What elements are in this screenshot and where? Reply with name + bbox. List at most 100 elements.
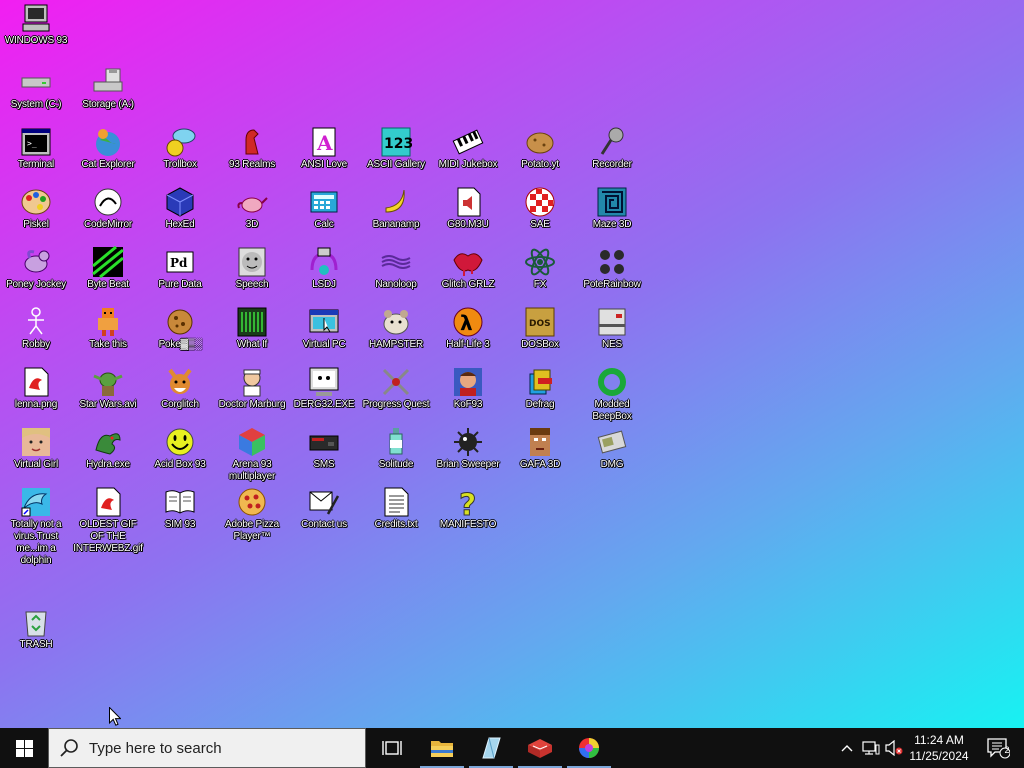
svg-text:?: ? xyxy=(459,488,476,518)
potato-icon xyxy=(524,126,556,158)
desktop-icon[interactable]: MIDI Jukebox xyxy=(432,126,504,171)
stick-figure-icon xyxy=(20,306,52,338)
desktop-icon[interactable]: HexEd xyxy=(144,186,216,231)
app-pinned-2-button[interactable] xyxy=(467,728,515,768)
desktop-icon-label: SAE xyxy=(530,219,550,230)
desktop-icon-label: Virtual Girl xyxy=(13,459,59,470)
cube-icon xyxy=(164,186,196,218)
desktop-icon[interactable]: KoF93 xyxy=(432,366,504,411)
desktop-icon[interactable]: Nanoloop xyxy=(360,246,432,291)
desktop-icon[interactable]: PoteRainbow xyxy=(576,246,648,291)
folder-icon xyxy=(431,741,453,757)
desktop-icon[interactable]: Pd Pure Data xyxy=(144,246,216,291)
desktop-icon[interactable]: Potato.yt xyxy=(504,126,576,171)
desktop-icon[interactable]: G80.M3U xyxy=(432,186,504,231)
desktop-icon[interactable]: Cat Explorer xyxy=(72,126,144,171)
desktop-icon-label: ASCII Gallery xyxy=(367,159,425,170)
desktop-icon[interactable]: >_ Terminal xyxy=(0,126,72,171)
taskbar: Type here to search 11:24 AM 11/25/2024 … xyxy=(0,728,1024,768)
desktop-icon[interactable]: Virtual Girl xyxy=(0,426,72,471)
desktop-icon[interactable]: Storage (A:) xyxy=(72,66,144,111)
desktop-icon[interactable]: LSDJ xyxy=(288,246,360,291)
desktop-icon[interactable]: DMG xyxy=(576,426,648,471)
notification-center-button[interactable]: 2 xyxy=(978,728,1018,768)
desktop-icon[interactable]: Recorder xyxy=(576,126,648,171)
desktop-icon[interactable]: Acid Box 93 xyxy=(144,426,216,471)
desktop-icon-label: Doctor Marburg xyxy=(218,399,286,410)
desktop-icon[interactable]: Defrag xyxy=(504,366,576,411)
desktop-icon[interactable]: Modded BeepBox xyxy=(576,366,648,423)
task-view-button[interactable] xyxy=(370,728,414,768)
desktop-icon[interactable]: Brian Sweeper xyxy=(432,426,504,471)
face-icon xyxy=(236,246,268,278)
desktop-icon[interactable]: WINDOWS 93 xyxy=(0,2,72,47)
desktop-icon[interactable]: FX xyxy=(504,246,576,291)
desktop-icon[interactable]: Star Wars.avi xyxy=(72,366,144,411)
desktop-icon-label: Speech xyxy=(235,279,269,290)
app-pinned-3-button[interactable] xyxy=(516,728,564,768)
desktop-icon[interactable]: SMS xyxy=(288,426,360,471)
desktop-icon-label: TRASH xyxy=(19,639,53,650)
desktop-icon[interactable]: Poke▓▒░ xyxy=(144,306,216,351)
desktop-icon[interactable]: Calc xyxy=(288,186,360,231)
desktop-icon[interactable]: Adobe Pizza Player™ xyxy=(216,486,288,543)
desktop-icon[interactable]: OLDEST GIF OF THE INTERWEBZ.gif xyxy=(72,486,144,555)
desktop-icon-label: DOSBox xyxy=(521,339,559,350)
clock[interactable]: 11:24 AM 11/25/2024 xyxy=(904,728,974,768)
start-button[interactable] xyxy=(0,728,48,768)
desktop-icon-label: MANIFESTO xyxy=(439,519,497,530)
desktop-icon[interactable]: 93 Realms xyxy=(216,126,288,171)
desktop-icon[interactable]: CodeMirror xyxy=(72,186,144,231)
file-explorer-button[interactable] xyxy=(418,728,466,768)
desktop-icon[interactable]: Solitude xyxy=(360,426,432,471)
desktop-icon[interactable]: Piskel xyxy=(0,186,72,231)
desktop-icon[interactable]: Totally not a virus.Trust me...im a dolp… xyxy=(0,486,72,567)
desktop-icon[interactable]: ? MANIFESTO xyxy=(432,486,504,531)
desktop-icon[interactable]: Byte Beat xyxy=(72,246,144,291)
svg-text:Pd: Pd xyxy=(170,256,188,270)
desktop-icon[interactable]: Hydra.exe xyxy=(72,426,144,471)
desktop-icon-label: CodeMirror xyxy=(83,219,132,230)
desktop-icon[interactable]: HAMPSTER xyxy=(360,306,432,351)
search-box[interactable]: Type here to search xyxy=(48,728,366,768)
desktop-icon[interactable]: NES xyxy=(576,306,648,351)
desktop-icon[interactable]: Poney Jockey xyxy=(0,246,72,291)
desktop-icon[interactable]: Credits.txt xyxy=(360,486,432,531)
desktop-icon[interactable]: System (C:) xyxy=(0,66,72,111)
desktop-icon[interactable]: What If xyxy=(216,306,288,351)
desktop-icon[interactable]: Robby xyxy=(0,306,72,351)
desktop-icon[interactable]: Virtual PC xyxy=(288,306,360,351)
desktop-icon-label: FX xyxy=(533,279,547,290)
desktop-icon[interactable]: Doctor Marburg xyxy=(216,366,288,411)
network-button[interactable] xyxy=(859,728,883,768)
desktop-icon[interactable]: SIM 93 xyxy=(144,486,216,531)
desktop-icon[interactable]: 123 ASCII Gallery xyxy=(360,126,432,171)
desktop-icon[interactable]: DOS DOSBox xyxy=(504,306,576,351)
desktop-icon[interactable]: Glitch GRLZ xyxy=(432,246,504,291)
desktop-icon[interactable]: Progress Quest xyxy=(360,366,432,411)
question-mark-icon: ? xyxy=(452,486,484,519)
volume-button[interactable] xyxy=(883,728,905,768)
desktop-icon[interactable]: GAFA 3D xyxy=(504,426,576,471)
desktop-icon[interactable]: Arena 93 multiplayer xyxy=(216,426,288,483)
desktop-icon[interactable]: Trollbox xyxy=(144,126,216,171)
desktop-icon[interactable]: TRASH xyxy=(0,606,72,651)
desktop-icon[interactable]: DERG32.EXE xyxy=(288,366,360,411)
desktop-icon[interactable]: Bananamp xyxy=(360,186,432,231)
numbers-icon: 123 xyxy=(380,126,412,158)
desktop-icon[interactable]: SAE xyxy=(504,186,576,231)
desktop-icon[interactable]: Contact us xyxy=(288,486,360,531)
desktop-icon[interactable]: A ANSI Love xyxy=(288,126,360,171)
lsdj-icon xyxy=(308,246,340,278)
desktop-icon[interactable]: λ Half-Life 3 xyxy=(432,306,504,351)
desktop-icon[interactable]: Speech xyxy=(216,246,288,291)
desktop-icon-label: 93 Realms xyxy=(229,159,275,170)
desktop-icon[interactable]: 3D xyxy=(216,186,288,231)
desktop-icon[interactable]: Maze 3D xyxy=(576,186,648,231)
desktop-icon[interactable]: lenna.png xyxy=(0,366,72,411)
desktop-icon[interactable]: Corglitch xyxy=(144,366,216,411)
app-pinned-4-button[interactable] xyxy=(565,728,613,768)
desktop-icon[interactable]: Take this xyxy=(72,306,144,351)
terminal-icon: >_ xyxy=(20,126,52,158)
show-hidden-icons-button[interactable] xyxy=(836,728,858,768)
